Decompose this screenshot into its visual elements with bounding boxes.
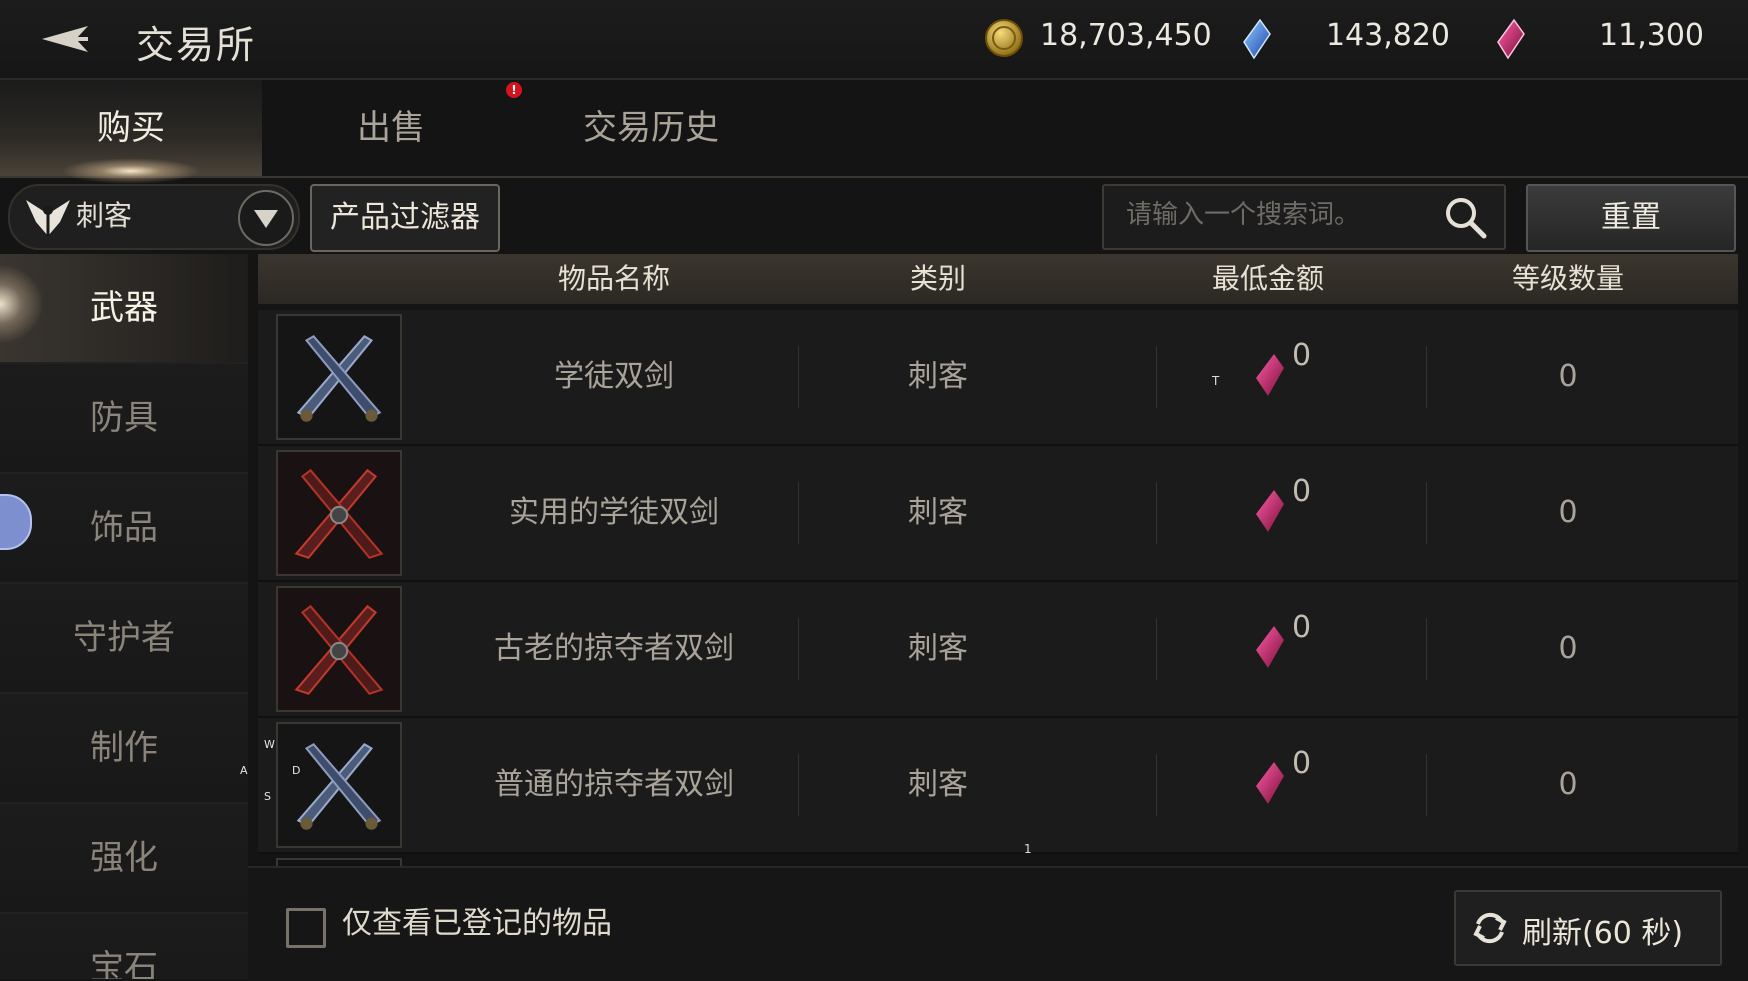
pink-crystal-icon bbox=[1256, 354, 1284, 396]
sidebar-item-weapons[interactable]: 武器 bbox=[0, 254, 248, 364]
dual-swords-red-icon bbox=[276, 586, 402, 712]
table-row[interactable]: 学徒双剑 刺客 0 0 bbox=[258, 310, 1738, 446]
column-header-name: 物品名称 bbox=[557, 262, 670, 295]
pink-crystal-icon bbox=[1256, 490, 1284, 532]
table-row[interactable]: 普通的掠夺者双剑 刺客 0 0 bbox=[258, 718, 1738, 854]
pink-crystal-icon bbox=[1256, 626, 1284, 668]
column-header-category: 类别 bbox=[909, 262, 966, 295]
column-header-count: 等级数量 bbox=[1511, 262, 1624, 295]
class-dropdown[interactable]: 刺客 bbox=[8, 184, 300, 250]
page-marker: 1 bbox=[1024, 842, 1032, 856]
sidebar-item-guardian[interactable]: 守护者 bbox=[0, 584, 248, 694]
column-divider bbox=[1156, 482, 1157, 544]
back-arrow-icon[interactable] bbox=[28, 16, 96, 62]
item-name: 学徒双剑 bbox=[554, 359, 674, 394]
item-count: 0 bbox=[1558, 359, 1578, 394]
page-title: 交易所 bbox=[136, 23, 257, 67]
search-icon[interactable] bbox=[1442, 194, 1488, 240]
column-divider bbox=[1156, 618, 1157, 680]
item-count: 0 bbox=[1558, 495, 1578, 530]
item-min-price: 0 bbox=[1292, 338, 1312, 373]
sidebar-item-label: 守护者 bbox=[73, 618, 175, 658]
movement-keys-overlay: W A D S bbox=[230, 724, 310, 834]
refresh-icon bbox=[1473, 912, 1507, 944]
dual-swords-blue-icon bbox=[276, 314, 402, 440]
top-bar: 交易所 18,703,450 143,820 11,300 bbox=[0, 0, 1748, 80]
reset-button[interactable]: 重置 bbox=[1526, 184, 1736, 252]
tab-history[interactable]: 交易历史 bbox=[520, 80, 782, 176]
item-category: 刺客 bbox=[908, 359, 968, 394]
column-divider bbox=[1426, 482, 1427, 544]
item-category: 刺客 bbox=[908, 767, 968, 802]
item-name: 实用的学徒双剑 bbox=[509, 495, 719, 530]
item-count: 0 bbox=[1558, 631, 1578, 666]
tab-sell[interactable]: 出售 bbox=[262, 80, 520, 176]
column-divider bbox=[1156, 754, 1157, 816]
sidebar-item-label: 防具 bbox=[90, 398, 158, 438]
gold-coin-icon bbox=[985, 19, 1023, 57]
table-header: 物品名称 类别 最低金额 等级数量 bbox=[258, 254, 1738, 304]
trade-tabs: 购买 出售 交易历史 bbox=[0, 80, 1748, 184]
key-d-label: D bbox=[292, 764, 301, 777]
column-header-min-price: 最低金额 bbox=[1211, 262, 1324, 295]
sidebar-item-armor[interactable]: 防具 bbox=[0, 364, 248, 474]
column-divider bbox=[1426, 618, 1427, 680]
item-count: 0 bbox=[1558, 767, 1578, 802]
item-min-price: 0 bbox=[1292, 746, 1312, 781]
registered-only-label: 仅查看已登记的物品 bbox=[342, 906, 612, 941]
table-row[interactable]: 古老的掠夺者双剑 刺客 0 0 bbox=[258, 582, 1738, 718]
column-divider bbox=[1156, 346, 1157, 408]
refresh-button[interactable]: 刷新(60 秒) bbox=[1454, 890, 1722, 966]
search-box bbox=[1102, 184, 1506, 250]
sidebar-item-crafting[interactable]: 制作 bbox=[0, 694, 248, 804]
sidebar-item-accessories[interactable]: 饰品 bbox=[0, 474, 248, 584]
item-category: 刺客 bbox=[908, 495, 968, 530]
tab-active-glow bbox=[61, 158, 201, 184]
tab-buy-label: 购买 bbox=[97, 108, 165, 148]
chevron-down-icon[interactable] bbox=[238, 190, 294, 246]
sidebar-item-label: 武器 bbox=[90, 288, 158, 328]
product-filter-button[interactable]: 产品过滤器 bbox=[310, 184, 500, 252]
refresh-label: 刷新(60 秒) bbox=[1522, 916, 1684, 951]
item-name: 普通的掠夺者双剑 bbox=[494, 767, 734, 802]
item-min-price: 0 bbox=[1292, 474, 1312, 509]
sidebar-item-label: 强化 bbox=[90, 838, 158, 878]
key-w-label: W bbox=[264, 738, 275, 751]
sidebar-item-label: 制作 bbox=[90, 728, 158, 768]
key-a-label: A bbox=[240, 764, 248, 777]
search-input[interactable] bbox=[1124, 194, 1428, 236]
sell-alert-badge: ! bbox=[506, 82, 522, 98]
key-s-label: S bbox=[264, 790, 271, 803]
class-dropdown-label: 刺客 bbox=[76, 199, 133, 232]
item-name: 古老的掠夺者双剑 bbox=[494, 631, 734, 666]
next-row-thumb-partial bbox=[276, 858, 402, 866]
category-sidebar: 武器 防具 饰品 守护者 制作 强化 宝石 bbox=[0, 254, 248, 979]
column-divider bbox=[1426, 754, 1427, 816]
dual-swords-red-icon bbox=[276, 450, 402, 576]
pink-crystal-icon bbox=[1497, 18, 1525, 60]
item-min-price: 0 bbox=[1292, 610, 1312, 645]
sidebar-item-gems[interactable]: 宝石 bbox=[0, 914, 248, 979]
pink-crystal-amount: 11,300 bbox=[1599, 18, 1704, 53]
gold-amount: 18,703,450 bbox=[1040, 18, 1212, 53]
item-category: 刺客 bbox=[908, 631, 968, 666]
tab-buy[interactable]: 购买 bbox=[0, 80, 262, 184]
sidebar-item-label: 饰品 bbox=[90, 508, 158, 548]
sidebar-item-enhance[interactable]: 强化 bbox=[0, 804, 248, 914]
blue-crystal-icon bbox=[1243, 18, 1271, 60]
registered-only-checkbox[interactable] bbox=[286, 908, 326, 948]
pink-crystal-icon bbox=[1256, 762, 1284, 804]
table-row[interactable]: 实用的学徒双剑 刺客 0 0 bbox=[258, 446, 1738, 582]
footer-bar: 仅查看已登记的物品 刷新(60 秒) bbox=[248, 866, 1748, 981]
sidebar-item-label: 宝石 bbox=[90, 948, 158, 979]
assassin-emblem-icon bbox=[26, 200, 70, 236]
tab-sell-label: 出售 bbox=[357, 108, 425, 148]
tab-history-label: 交易历史 bbox=[583, 108, 719, 148]
item-table: 物品名称 类别 最低金额 等级数量 学徒双剑 刺客 0 0 实用的学徒双剑 刺客… bbox=[258, 254, 1738, 866]
active-spark bbox=[0, 264, 44, 344]
t-marker: T bbox=[1212, 374, 1220, 388]
column-divider bbox=[1426, 346, 1427, 408]
blue-crystal-amount: 143,820 bbox=[1325, 18, 1450, 53]
